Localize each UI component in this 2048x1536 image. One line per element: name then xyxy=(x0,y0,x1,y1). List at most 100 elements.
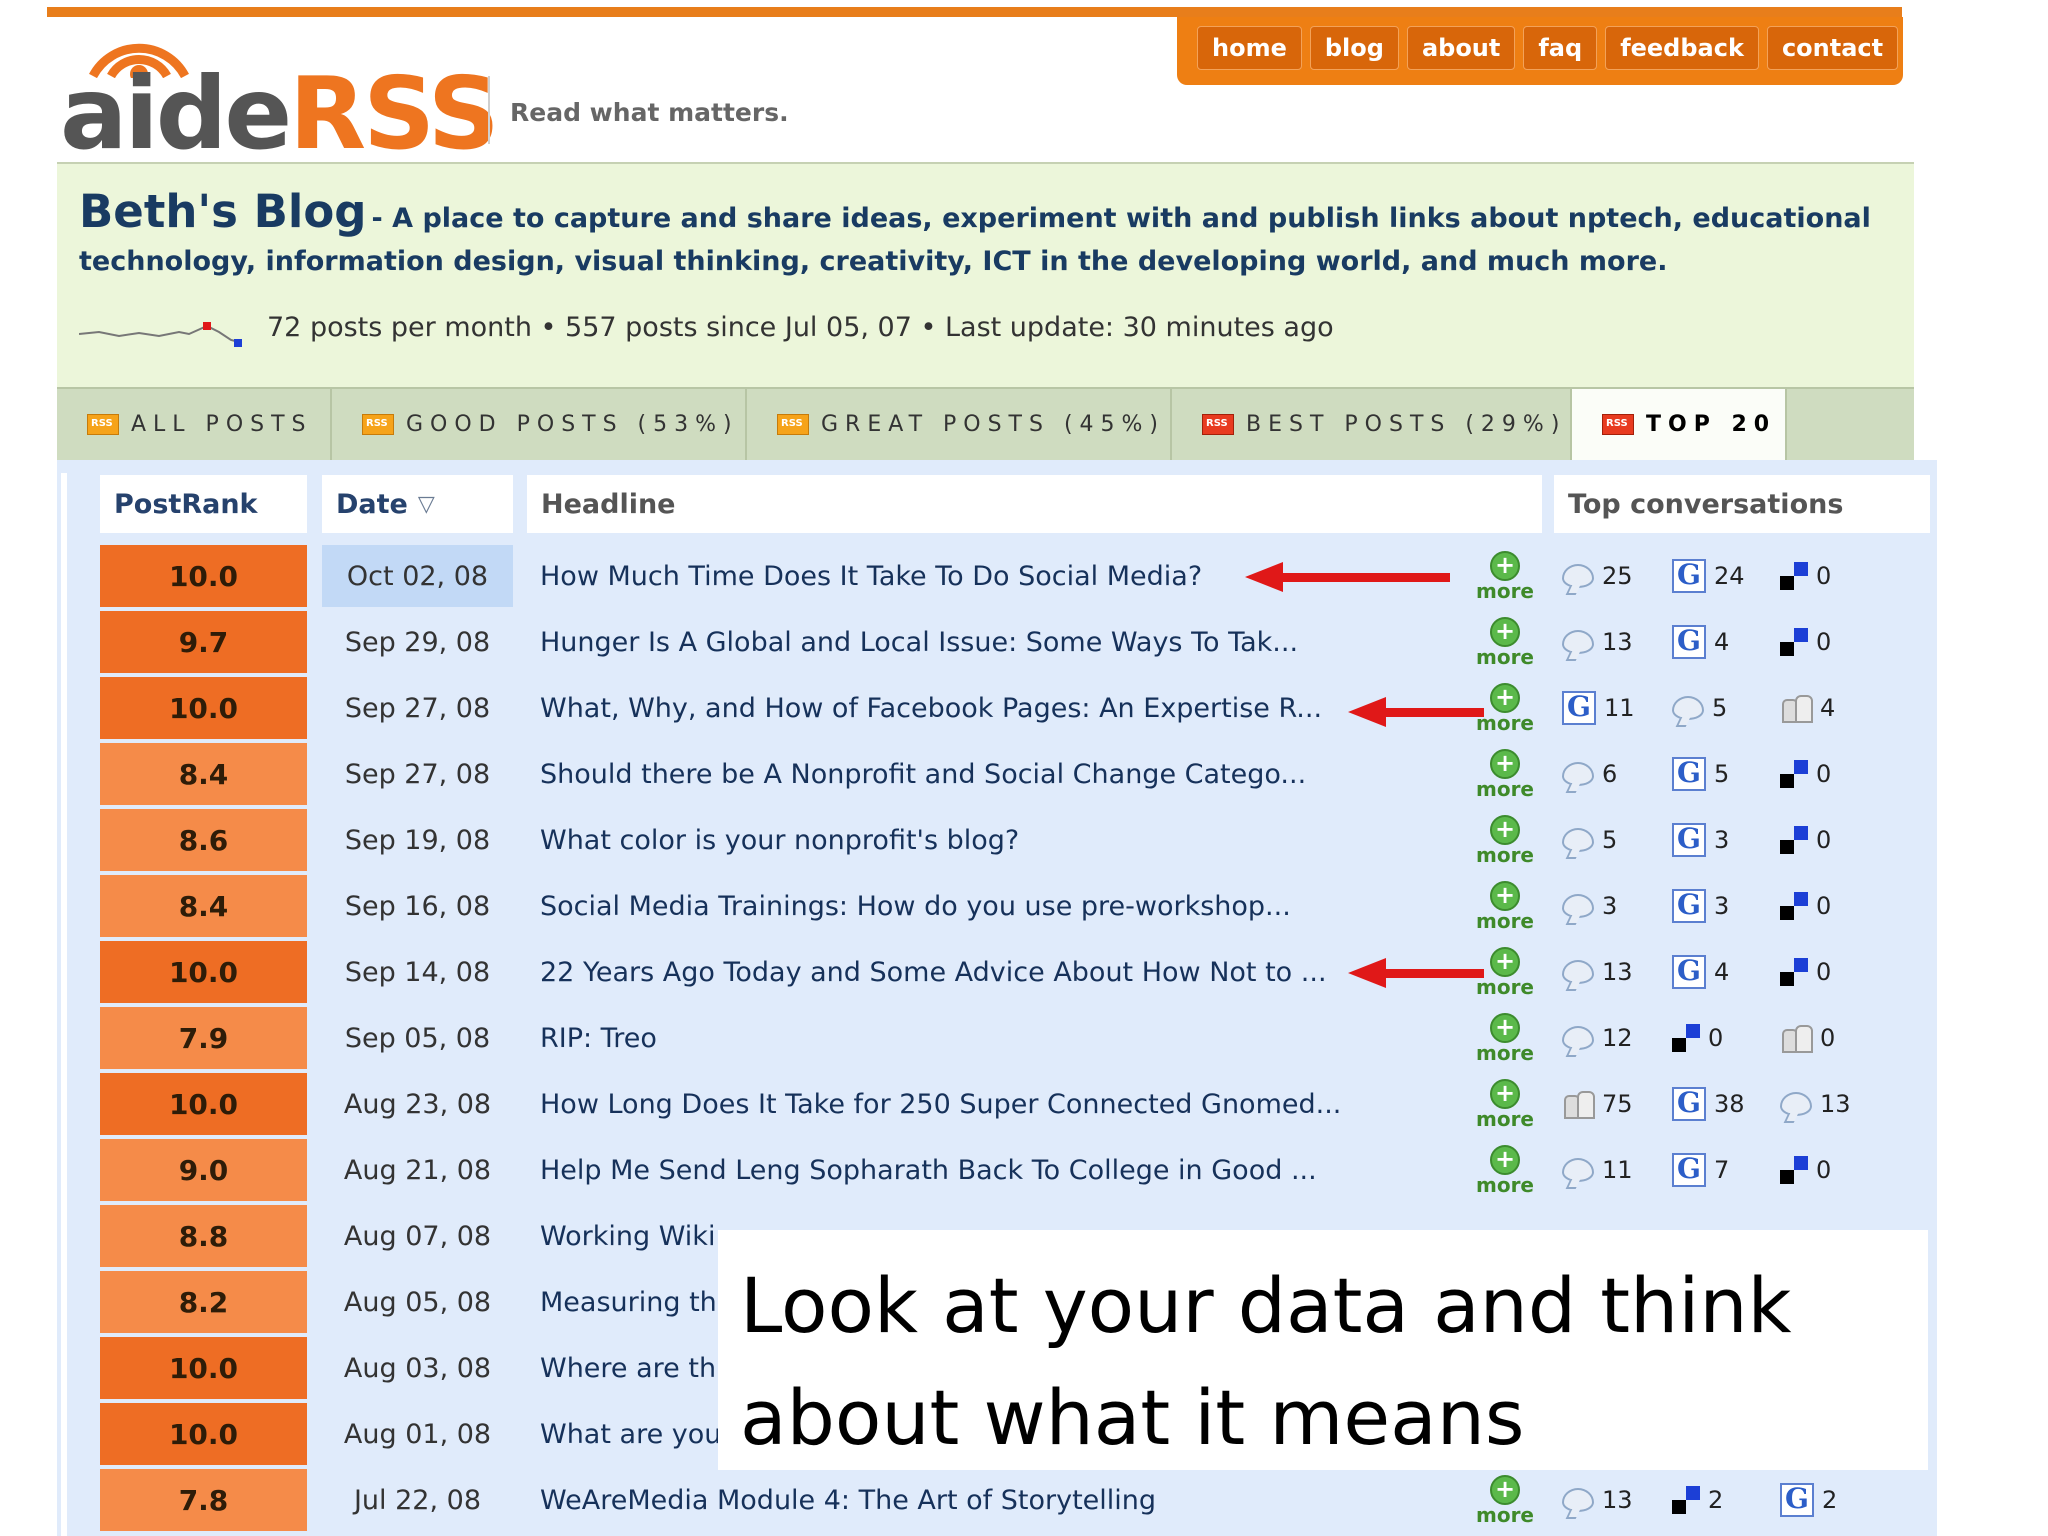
post-date: Sep 05, 08 xyxy=(344,1022,491,1054)
red-arrow-annotation xyxy=(1348,958,1484,988)
conversation-link[interactable]: G3 xyxy=(1672,875,1772,937)
conversation-link[interactable]: G2 xyxy=(1780,1469,1880,1531)
post-date: Aug 01, 08 xyxy=(343,1418,492,1450)
conversation-link[interactable]: 13 xyxy=(1562,611,1662,673)
plus-icon: + xyxy=(1490,815,1520,845)
conversation-count: 0 xyxy=(1816,1156,1832,1184)
post-headline-link[interactable]: Social Media Trainings: How do you use p… xyxy=(540,875,1460,937)
conversation-link[interactable]: 0 xyxy=(1780,1139,1880,1201)
conversation-count: 0 xyxy=(1820,1024,1836,1052)
postrank-score: 10.0 xyxy=(100,1403,307,1465)
conversation-count: 5 xyxy=(1712,694,1728,722)
conversation-count: 25 xyxy=(1602,562,1633,590)
plus-icon: + xyxy=(1490,1475,1520,1505)
conversation-link[interactable]: 75 xyxy=(1562,1073,1662,1135)
more-button[interactable]: + more xyxy=(1465,611,1545,673)
plus-icon: + xyxy=(1490,947,1520,977)
more-button[interactable]: + more xyxy=(1465,875,1545,937)
more-label: more xyxy=(1475,843,1534,867)
conversation-link[interactable]: 4 xyxy=(1780,677,1880,739)
delicious-icon xyxy=(1780,562,1808,590)
table-row: 8.6 Sep 19, 08 What color is your nonprofi… xyxy=(0,809,2048,875)
conversation-link[interactable]: G7 xyxy=(1672,1139,1772,1201)
conversation-link[interactable]: G 38 xyxy=(1672,1073,1772,1135)
more-label: more xyxy=(1475,1173,1534,1197)
conversation-link[interactable]: 25 xyxy=(1562,545,1662,607)
conversation-link[interactable]: 0 xyxy=(1672,1007,1772,1069)
conversation-count: 4 xyxy=(1714,628,1730,656)
more-button[interactable]: + more xyxy=(1465,1139,1545,1201)
conversation-link[interactable]: 3 xyxy=(1562,875,1662,937)
post-date: Aug 07, 08 xyxy=(343,1220,492,1252)
conversation-link[interactable]: G4 xyxy=(1672,611,1772,673)
conversation-count: 0 xyxy=(1816,760,1832,788)
post-headline-link[interactable]: Help Me Send Leng Sopharath Back To Coll… xyxy=(540,1139,1460,1201)
more-button[interactable]: + more xyxy=(1465,1007,1545,1069)
conversation-link[interactable]: G5 xyxy=(1672,743,1772,805)
conversation-link[interactable]: 0 xyxy=(1780,743,1880,805)
delicious-icon xyxy=(1780,760,1808,788)
more-button[interactable]: + more xyxy=(1465,809,1545,871)
conversation-link[interactable]: 0 xyxy=(1780,545,1880,607)
table-row: 9.0 Aug 21, 08 Help Me Send Leng Sopharath… xyxy=(0,1139,2048,1205)
conversation-link[interactable]: 0 xyxy=(1780,611,1880,673)
conversation-link[interactable]: 0 xyxy=(1780,941,1880,1003)
conversation-link[interactable]: 6 xyxy=(1562,743,1662,805)
conversation-count: 5 xyxy=(1602,826,1618,854)
conversation-link[interactable]: 13 xyxy=(1562,941,1662,1003)
post-headline-link[interactable]: 22 Years Ago Today and Some Advice About… xyxy=(540,941,1460,1003)
red-arrow-annotation xyxy=(1348,697,1484,727)
post-headline-link[interactable]: WeAreMedia Module 4: The Art of Storytel… xyxy=(540,1469,1460,1531)
conversation-link[interactable]: 0 xyxy=(1780,875,1880,937)
postrank-score: 8.4 xyxy=(100,875,307,937)
more-button[interactable]: + more xyxy=(1465,743,1545,805)
post-date: Jul 22, 08 xyxy=(353,1484,482,1516)
table-row: 10.0 Aug 23, 08 How Long Does It Take for … xyxy=(0,1073,2048,1139)
conversation-link[interactable]: 13 xyxy=(1780,1073,1880,1135)
postrank-score: 10.0 xyxy=(100,677,307,739)
post-headline-link[interactable]: Should there be A Nonprofit and Social C… xyxy=(540,743,1460,805)
plus-icon: + xyxy=(1490,1079,1520,1109)
conversation-link[interactable]: 5 xyxy=(1672,677,1772,739)
more-button[interactable]: + more xyxy=(1465,1469,1545,1531)
conversation-link[interactable]: 2 xyxy=(1672,1469,1772,1531)
more-label: more xyxy=(1475,579,1534,603)
table-row: 9.7 Sep 29, 08 Hunger Is A Global and Loca… xyxy=(0,611,2048,677)
postrank-score: 10.0 xyxy=(100,1073,307,1135)
conversation-link[interactable]: 11 xyxy=(1562,1139,1662,1201)
google-icon: G xyxy=(1672,559,1706,593)
conversation-count: 11 xyxy=(1602,1156,1633,1184)
plus-icon: + xyxy=(1490,749,1520,779)
google-icon: G xyxy=(1672,1153,1706,1187)
conversation-count: 24 xyxy=(1714,562,1745,590)
post-headline-link[interactable]: Hunger Is A Global and Local Issue: Some… xyxy=(540,611,1460,673)
conversation-link[interactable]: 12 xyxy=(1562,1007,1662,1069)
conversation-link[interactable]: 0 xyxy=(1780,809,1880,871)
conversation-link[interactable]: G 24 xyxy=(1672,545,1772,607)
google-icon: G xyxy=(1672,625,1706,659)
conversation-count: 13 xyxy=(1602,958,1633,986)
google-icon: G xyxy=(1672,823,1706,857)
postrank-score: 9.0 xyxy=(100,1139,307,1201)
more-label: more xyxy=(1475,1503,1534,1527)
delicious-icon xyxy=(1672,1024,1700,1052)
delicious-icon xyxy=(1780,628,1808,656)
plus-icon: + xyxy=(1490,1145,1520,1175)
conversation-link[interactable]: 13 xyxy=(1562,1469,1662,1531)
table-row: 7.8 Jul 22, 08 WeAreMedia Module 4: The Ar… xyxy=(0,1469,2048,1535)
more-button[interactable]: + more xyxy=(1465,1073,1545,1135)
post-date: Sep 27, 08 xyxy=(344,758,491,790)
conversation-link[interactable]: G4 xyxy=(1672,941,1772,1003)
post-headline-link[interactable]: What, Why, and How of Facebook Pages: An… xyxy=(540,677,1460,739)
delicious-icon xyxy=(1780,1156,1808,1184)
conversation-link[interactable]: G 11 xyxy=(1562,677,1662,739)
people-icon xyxy=(1562,1089,1595,1119)
post-headline-link[interactable]: What color is your nonprofit's blog? xyxy=(540,809,1460,871)
conversation-link[interactable]: 5 xyxy=(1562,809,1662,871)
conversation-link[interactable]: G3 xyxy=(1672,809,1772,871)
post-headline-link[interactable]: RIP: Treo xyxy=(540,1007,1460,1069)
conversation-link[interactable]: 0 xyxy=(1780,1007,1880,1069)
post-headline-link[interactable]: How Long Does It Take for 250 Super Conn… xyxy=(540,1073,1460,1135)
conversation-count: 13 xyxy=(1602,1486,1633,1514)
more-button[interactable]: + more xyxy=(1465,545,1545,607)
